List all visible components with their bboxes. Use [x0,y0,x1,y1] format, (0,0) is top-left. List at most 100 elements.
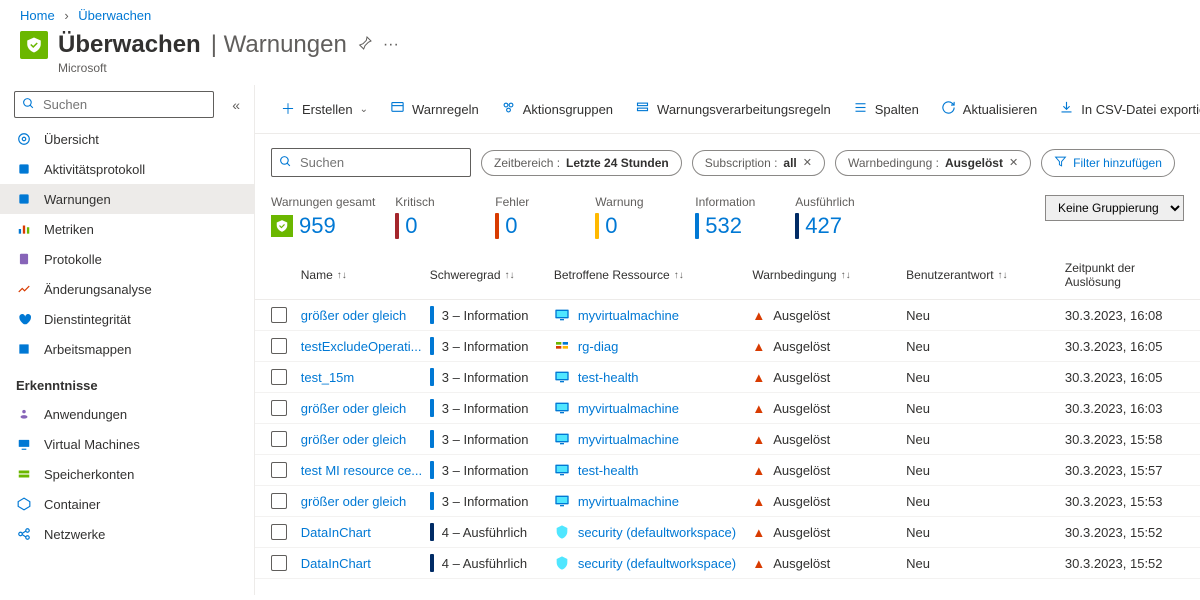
resource-link[interactable]: test-health [578,370,639,385]
sidebar-item-storage[interactable]: Speicherkonten [0,459,254,489]
alert-rules-button[interactable]: Warnregeln [380,94,489,124]
sidebar-item-overview[interactable]: Übersicht [0,124,254,154]
sidebar-item-network[interactable]: Netzwerke [0,519,254,549]
sidebar-item-apps[interactable]: Anwendungen [0,399,254,429]
alert-name-link[interactable]: größer oder gleich [301,308,407,323]
row-checkbox[interactable] [271,307,287,323]
close-icon[interactable]: ✕ [1009,156,1018,169]
processing-rules-button[interactable]: Warnungsverarbeitungsregeln [625,94,841,124]
resource-link[interactable]: myvirtualmachine [578,401,679,416]
resource-link[interactable]: security (defaultworkspace) [578,556,736,571]
sidebar-item-activity[interactable]: Aktivitätsprotokoll [0,154,254,184]
resource-link[interactable]: security (defaultworkspace) [578,525,736,540]
alert-name-link[interactable]: DataInChart [301,556,371,571]
row-checkbox[interactable] [271,524,287,540]
alert-name-link[interactable]: größer oder gleich [301,494,407,509]
sidebar-item-label: Metriken [44,222,94,237]
table-row[interactable]: DataInChart4 – Ausführlichsecurity (defa… [255,517,1200,548]
alert-name-link[interactable]: testExcludeOperati... [301,339,422,354]
row-checkbox[interactable] [271,431,287,447]
export-csv-button[interactable]: In CSV-Datei exportieren [1049,94,1200,124]
col-header-condition[interactable]: Warnbedingung↑↓ [752,268,906,282]
storage-icon [16,466,32,482]
table-row[interactable]: größer oder gleich3 – Informationmyvirtu… [255,300,1200,331]
filter-pill-subscription[interactable]: Subscription : all✕ [692,150,825,176]
sidebar-item-workbooks[interactable]: Arbeitsmappen [0,334,254,364]
summary-warning[interactable]: Warnung 0 [595,195,675,239]
sidebar-item-label: Container [44,497,100,512]
pin-icon[interactable] [357,35,373,56]
summary-information[interactable]: Information 532 [695,195,775,239]
table-row[interactable]: DataInChart4 – Ausführlichsecurity (defa… [255,548,1200,579]
col-header-name[interactable]: Name↑↓ [301,268,430,282]
user-response: Neu [906,432,1065,447]
col-header-severity[interactable]: Schweregrad↑↓ [430,268,554,282]
filter-pill-timerange[interactable]: Zeitbereich : Letzte 24 Stunden [481,150,682,176]
sidebar-item-metrics[interactable]: Metriken [0,214,254,244]
breadcrumb-home[interactable]: Home [20,8,55,23]
sidebar-item-alerts[interactable]: Warnungen [0,184,254,214]
download-icon [1059,100,1074,118]
warning-icon: ▲ [752,494,765,509]
collapse-icon[interactable]: « [232,97,240,113]
resource-link[interactable]: rg-diag [578,339,618,354]
sidebar: « ÜbersichtAktivitätsprotokollWarnungen M… [0,85,255,595]
row-checkbox[interactable] [271,369,287,385]
summary-critical[interactable]: Kritisch 0 [395,195,475,239]
summary-error[interactable]: Fehler 0 [495,195,575,239]
action-groups-button[interactable]: Aktionsgruppen [491,94,623,124]
sidebar-item-change[interactable]: Änderungsanalyse [0,274,254,304]
row-checkbox[interactable] [271,400,287,416]
sidebar-item-health[interactable]: Dienstintegrität [0,304,254,334]
user-response: Neu [906,401,1065,416]
col-header-resource[interactable]: Betroffene Ressource↑↓ [554,268,752,282]
row-checkbox[interactable] [271,555,287,571]
columns-button[interactable]: Spalten [843,94,929,124]
refresh-button[interactable]: Aktualisieren [931,94,1047,124]
alert-name-link[interactable]: test_15m [301,370,354,385]
grouping-select[interactable]: Keine Gruppierung [1045,195,1184,221]
more-icon[interactable]: ··· [383,36,399,54]
sidebar-item-vm[interactable]: Virtual Machines [0,429,254,459]
alert-name-link[interactable]: größer oder gleich [301,432,407,447]
row-checkbox[interactable] [271,493,287,509]
severity-bar [430,554,434,572]
table-row[interactable]: größer oder gleich3 – Informationmyvirtu… [255,486,1200,517]
sidebar-item-label: Virtual Machines [44,437,140,452]
table-row[interactable]: testExcludeOperati...3 – Informationrg-d… [255,331,1200,362]
alert-name-link[interactable]: DataInChart [301,525,371,540]
sidebar-search-input[interactable] [14,91,214,118]
alert-name-link[interactable]: größer oder gleich [301,401,407,416]
close-icon[interactable]: ✕ [803,156,812,169]
sidebar-item-container[interactable]: Container [0,489,254,519]
row-checkbox[interactable] [271,462,287,478]
filter-search-input[interactable] [271,148,471,177]
add-filter-button[interactable]: Filter hinzufügen [1041,149,1175,177]
alert-name-link[interactable]: test MI resource ce... [301,463,422,478]
breadcrumb-current[interactable]: Überwachen [78,8,151,23]
severity-label: 3 – Information [442,401,529,416]
row-checkbox[interactable] [271,338,287,354]
severity-bar [430,523,434,541]
summary-total[interactable]: Warnungen gesamt 959 [271,195,375,239]
resource-link[interactable]: myvirtualmachine [578,308,679,323]
resource-link[interactable]: myvirtualmachine [578,432,679,447]
table-row[interactable]: größer oder gleich3 – Informationmyvirtu… [255,424,1200,455]
col-header-time[interactable]: Zeitpunkt der Auslösung [1065,261,1184,289]
col-header-user-response[interactable]: Benutzerantwort↑↓ [906,268,1065,282]
table-row[interactable]: test MI resource ce...3 – Informationtes… [255,455,1200,486]
summary-verbose[interactable]: Ausführlich 427 [795,195,875,239]
sidebar-item-logs[interactable]: Protokolle [0,244,254,274]
create-button[interactable]: ＋Erstellen⌄ [271,93,378,125]
filter-pill-condition[interactable]: Warnbedingung : Ausgelöst✕ [835,150,1031,176]
plus-icon: ＋ [281,99,295,119]
severity-bar [430,430,434,448]
warning-icon: ▲ [752,525,765,540]
condition-label: Ausgelöst [773,556,830,571]
alert-icon [271,215,293,237]
table-row[interactable]: größer oder gleich 3 – Information myvirtu… [255,393,1200,424]
table-row[interactable]: test_15m3 – Informationtest-health▲Ausge… [255,362,1200,393]
chevron-down-icon: ⌄ [360,104,368,115]
resource-link[interactable]: test-health [578,463,639,478]
resource-link[interactable]: myvirtualmachine [578,494,679,509]
